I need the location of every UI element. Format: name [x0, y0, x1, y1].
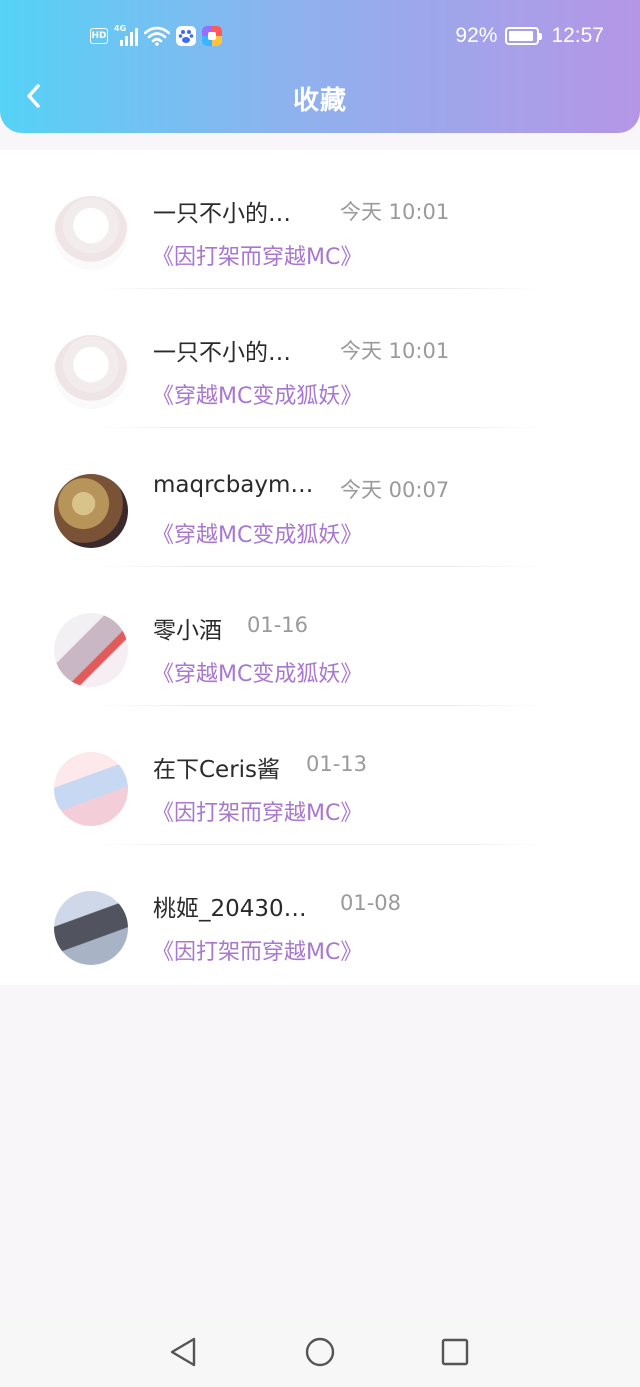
book-title-link[interactable]: 《因打架而穿越MC》	[152, 239, 362, 271]
avatar[interactable]	[54, 196, 128, 270]
header: HD 4G 92% 12:57 收藏	[0, 0, 640, 133]
baidu-app-icon	[176, 26, 196, 46]
battery-level	[509, 31, 534, 41]
clock: 12:57	[551, 24, 604, 47]
book-title-link[interactable]: 《穿越MC变成狐妖》	[152, 517, 362, 549]
book-title-link[interactable]: 《因打架而穿越MC》	[152, 934, 362, 966]
timestamp: 今天 00:07	[340, 478, 450, 502]
list-item[interactable]: 一只不小的… 今天 10:01 《穿越MC变成狐妖》	[0, 289, 640, 428]
timestamp: 01-13	[306, 752, 368, 776]
status-bar: HD 4G 92% 12:57	[0, 20, 640, 56]
system-nav-bar	[0, 1316, 640, 1387]
system-home-button[interactable]	[302, 1334, 338, 1370]
favorites-list: 一只不小的… 今天 10:01 《因打架而穿越MC》 一只不小的… 今天 10:…	[0, 150, 640, 985]
user-name: 在下Ceris酱	[153, 757, 281, 783]
timestamp: 今天 10:01	[340, 200, 450, 224]
list-item[interactable]: maqrcbaym… 今天 00:07 《穿越MC变成狐妖》	[0, 428, 640, 567]
user-name: 桃姬_20430…	[153, 896, 307, 922]
battery-icon	[505, 27, 543, 45]
avatar[interactable]	[54, 335, 128, 409]
status-icons-left: HD 4G	[90, 24, 222, 46]
timestamp: 01-16	[247, 613, 309, 637]
page-title: 收藏	[292, 86, 347, 116]
list-item[interactable]: 零小酒 01-16 《穿越MC变成狐妖》	[0, 567, 640, 706]
hd-icon: HD	[90, 28, 108, 44]
recents-square-icon	[441, 1338, 469, 1366]
book-title-link[interactable]: 《穿越MC变成狐妖》	[152, 378, 362, 410]
home-circle-icon	[305, 1337, 335, 1367]
nav-bar: 收藏	[0, 70, 640, 122]
list-item[interactable]: 桃姬_20430… 01-08 《因打架而穿越MC》	[0, 845, 640, 984]
status-icons-right: 92% 12:57	[455, 24, 604, 48]
timestamp: 01-08	[340, 891, 402, 915]
wifi-icon	[144, 26, 170, 46]
avatar[interactable]	[54, 613, 128, 687]
signal-icon: 4G	[114, 24, 138, 46]
user-name: 一只不小的…	[153, 201, 291, 227]
back-triangle-icon	[170, 1337, 196, 1367]
battery-percent: 92%	[455, 24, 498, 47]
book-title-link[interactable]: 《因打架而穿越MC》	[152, 795, 362, 827]
avatar[interactable]	[54, 891, 128, 965]
book-title-link[interactable]: 《穿越MC变成狐妖》	[152, 656, 362, 688]
user-name: maqrcbaym…	[153, 472, 314, 498]
list-item[interactable]: 在下Ceris酱 01-13 《因打架而穿越MC》	[0, 706, 640, 845]
system-recents-button[interactable]	[437, 1334, 473, 1370]
timestamp: 今天 10:01	[340, 339, 450, 363]
avatar[interactable]	[54, 474, 128, 548]
color-app-icon	[202, 26, 222, 46]
list-item[interactable]: 一只不小的… 今天 10:01 《因打架而穿越MC》	[0, 150, 640, 289]
avatar[interactable]	[54, 752, 128, 826]
system-back-button[interactable]	[165, 1334, 201, 1370]
user-name: 一只不小的…	[153, 340, 291, 366]
user-name: 零小酒	[153, 618, 222, 644]
